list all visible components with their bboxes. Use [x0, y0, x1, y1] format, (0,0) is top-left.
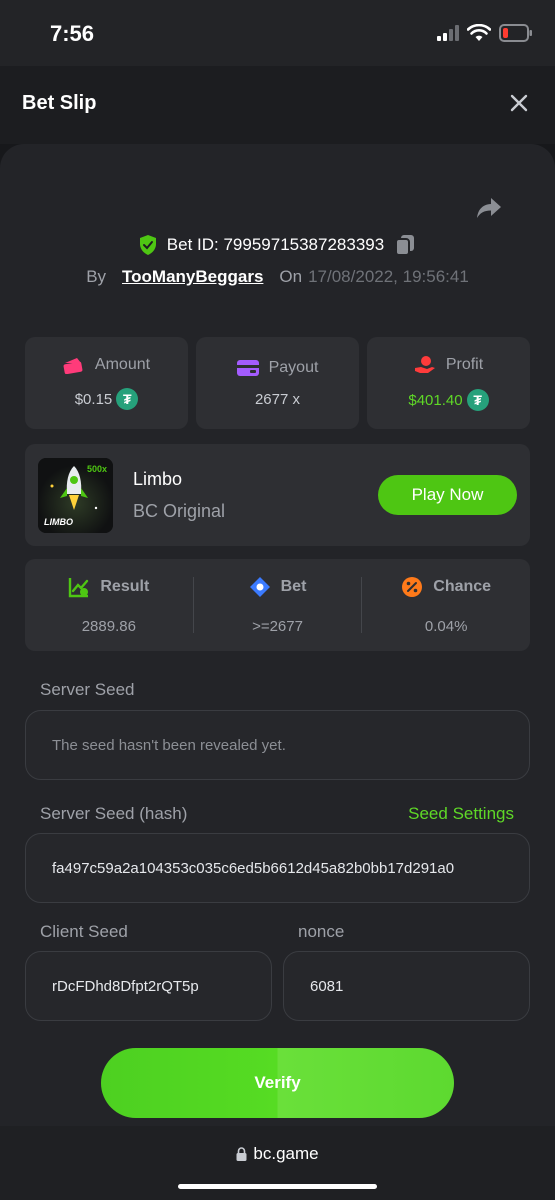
server-hash-label: Server Seed (hash) — [40, 804, 188, 823]
game-row: 500x LIMBO Limbo BC Original Play Now — [25, 444, 530, 546]
result-col: Result 2889.86 — [25, 576, 193, 635]
wallet-icon — [63, 358, 83, 374]
shield-check-icon — [139, 235, 156, 255]
chance-value: 0.04% — [424, 617, 468, 635]
chart-check-icon — [69, 577, 89, 597]
status-time: 7:56 — [50, 21, 95, 46]
server-hash-field[interactable]: fa497c59a2a104353c035c6ed5b6612d45a82b0b… — [25, 833, 530, 903]
server-seed-field[interactable]: The seed hasn't been revealed yet. — [25, 710, 530, 780]
by-label: By — [86, 267, 107, 286]
bet-value: >=2677 — [252, 617, 303, 635]
payout-value: 2677 x — [254, 390, 301, 408]
payout-box: Payout 2677 x — [196, 337, 359, 429]
result-value: 2889.86 — [81, 617, 136, 635]
tether-icon: ₮ — [116, 388, 139, 410]
seed-settings-link[interactable]: Seed Settings — [408, 804, 514, 824]
bet-date: 17/08/2022, 19:56:41 — [308, 267, 469, 286]
profit-box: Profit $401.40 ₮ — [367, 337, 530, 429]
target-icon — [249, 576, 270, 597]
bet-id: Bet ID: 79959715387283393 — [166, 235, 385, 254]
bet-author-row: By TooManyBeggars On 17/08/2022, 19:56:4… — [0, 267, 555, 287]
thumb-badge: 500x — [86, 464, 107, 474]
wifi-icon — [467, 24, 491, 41]
nonce-field[interactable]: 6081 — [283, 951, 530, 1021]
nonce-label: nonce — [298, 922, 345, 941]
status-icons — [437, 24, 533, 42]
user-link[interactable]: TooManyBeggars — [122, 267, 263, 287]
amount-label: Amount — [94, 356, 151, 373]
amount-box: Amount $0.15 ₮ — [25, 337, 188, 429]
bet-label: Bet — [280, 577, 307, 595]
url-bar[interactable]: bc.game — [0, 1144, 555, 1164]
amount-value: $0.15 — [74, 390, 113, 408]
modal-header: Bet Slip — [0, 66, 555, 144]
share-icon[interactable] — [475, 196, 503, 220]
profit-value: $401.40 — [408, 391, 463, 409]
card-icon — [236, 359, 259, 376]
chance-label: Chance — [433, 577, 492, 595]
bet-id-row: Bet ID: 79959715387283393 — [0, 234, 555, 256]
status-bar: 7:56 — [0, 0, 555, 66]
tether-icon: ₮ — [466, 389, 489, 411]
result-row: Result 2889.86 Bet >=2677 Chance 0.04% — [25, 559, 530, 651]
url-text: bc.game — [253, 1144, 319, 1163]
client-seed-field[interactable]: rDcFDhd8Dfpt2rQT5p — [25, 951, 272, 1021]
home-indicator[interactable] — [178, 1184, 377, 1189]
percent-icon — [402, 576, 423, 597]
thumb-label: LIMBO — [44, 517, 73, 527]
chance-col: Chance 0.04% — [362, 576, 530, 635]
lock-icon — [236, 1147, 247, 1161]
result-label: Result — [100, 577, 150, 595]
browser-bar: bc.game — [0, 1126, 555, 1200]
server-seed-label: Server Seed — [40, 680, 135, 699]
battery-icon — [499, 24, 532, 42]
verify-button[interactable]: Verify — [101, 1048, 454, 1118]
payout-label: Payout — [268, 358, 319, 376]
profit-hand-icon — [414, 356, 435, 373]
client-seed-label: Client Seed — [40, 922, 128, 941]
modal-title: Bet Slip — [22, 92, 97, 114]
game-name: Limbo — [133, 469, 183, 489]
profit-label: Profit — [445, 356, 484, 373]
stats-row: Amount $0.15 ₮ Payout 2677 x Profit $401… — [25, 337, 530, 429]
bet-slip-card: Bet ID: 79959715387283393 By TooManyBegg… — [0, 144, 555, 1126]
play-now-button[interactable]: Play Now — [378, 475, 517, 515]
copy-icon[interactable] — [394, 234, 416, 256]
game-provider: BC Original — [133, 501, 226, 521]
close-icon[interactable] — [509, 93, 529, 113]
signal-icon — [437, 25, 459, 41]
bet-col: Bet >=2677 — [194, 576, 362, 635]
on-label: On — [279, 267, 303, 286]
game-thumbnail[interactable]: 500x LIMBO — [38, 458, 113, 533]
